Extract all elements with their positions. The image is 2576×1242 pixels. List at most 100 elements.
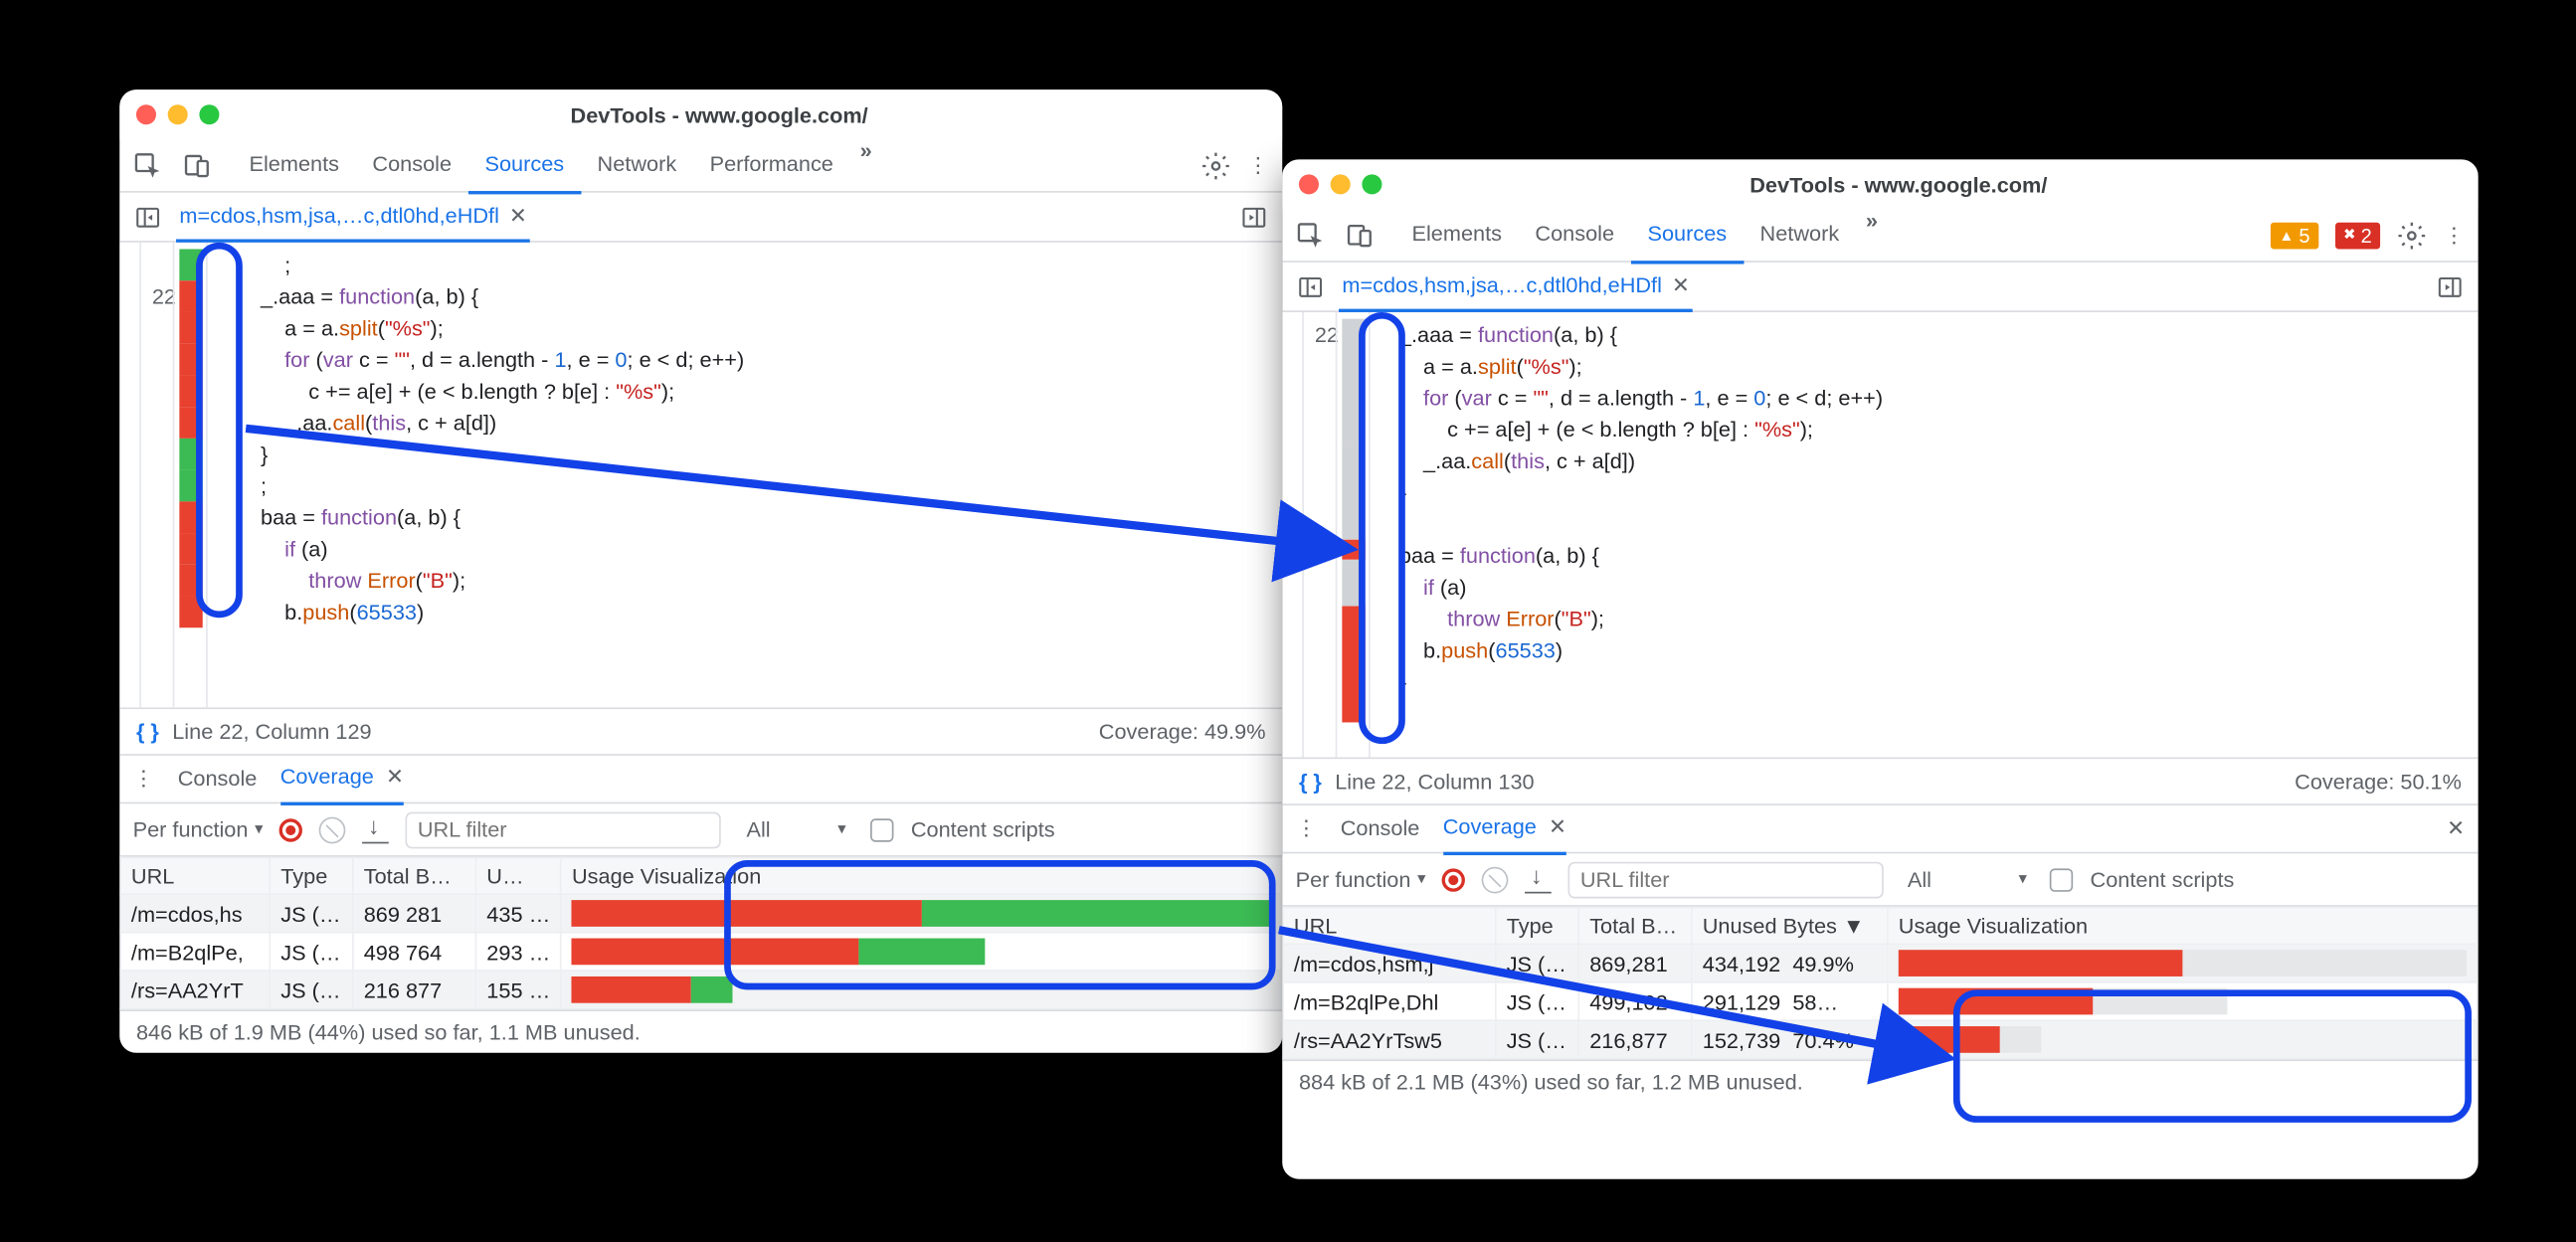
file-tab[interactable]: m=cdos,hsm,jsa,…c,dtl0hd,eHDfl ✕: [1339, 262, 1693, 311]
tab-console[interactable]: Console: [1519, 207, 1631, 264]
pretty-print-icon[interactable]: { }: [136, 719, 159, 744]
file-tab-label: m=cdos,hsm,jsa,…c,dtl0hd,eHDfl: [1342, 262, 1662, 308]
clear-icon[interactable]: [319, 816, 346, 843]
tab-elements[interactable]: Elements: [233, 137, 356, 194]
file-tab-row: m=cdos,hsm,jsa,…c,dtl0hd,eHDfl ✕: [119, 193, 1282, 243]
tab-sources[interactable]: Sources: [468, 137, 581, 194]
col-url[interactable]: URL: [1283, 908, 1496, 945]
main-toolbar: Elements Console Sources Network » 5 2 ⋮: [1282, 209, 2478, 262]
coverage-table[interactable]: URL Type Total B… U… Usage Visualization…: [119, 857, 1282, 1010]
record-icon[interactable]: [1442, 868, 1465, 891]
drawer-tab-console[interactable]: Console: [178, 754, 258, 803]
device-toggle-icon[interactable]: [183, 150, 213, 180]
usage-bar: [572, 939, 1271, 966]
kebab-icon[interactable]: ⋮: [2444, 222, 2466, 249]
drawer-tab-coverage[interactable]: Coverage ✕: [280, 753, 404, 805]
navigator-toggle-icon[interactable]: [133, 202, 163, 232]
main-toolbar: Elements Console Sources Network Perform…: [119, 139, 1282, 192]
more-tabs-icon[interactable]: »: [1856, 207, 1888, 264]
coverage-mode-dropdown[interactable]: Per function: [1296, 867, 1426, 892]
debugger-toggle-icon[interactable]: [1239, 202, 1269, 232]
content-scripts-checkbox[interactable]: [2050, 868, 2073, 891]
close-window-icon[interactable]: [1299, 174, 1319, 194]
zoom-window-icon[interactable]: [1362, 174, 1381, 194]
col-unused[interactable]: U…: [475, 858, 561, 895]
close-icon[interactable]: ✕: [509, 192, 527, 239]
tab-network[interactable]: Network: [581, 137, 693, 194]
export-icon[interactable]: [363, 816, 390, 843]
table-row[interactable]: /rs=AA2YrTsw5 JS (… 216,877 152,739 70.4…: [1283, 1020, 2478, 1058]
type-filter-dropdown[interactable]: All: [1901, 867, 2034, 892]
minimize-window-icon[interactable]: [168, 104, 188, 124]
navigator-toggle-icon[interactable]: [1296, 271, 1326, 301]
debugger-toggle-icon[interactable]: [2435, 271, 2465, 301]
table-row[interactable]: /m=cdos,hs JS (… 869 281 435 …: [120, 894, 1281, 932]
tab-console[interactable]: Console: [356, 137, 468, 194]
drawer-tab-console[interactable]: Console: [1341, 803, 1420, 853]
close-icon[interactable]: ✕: [1672, 262, 1690, 308]
coverage-table[interactable]: URL Type Total B… Unused Bytes ▼ Usage V…: [1282, 907, 2478, 1060]
col-total[interactable]: Total B…: [1578, 908, 1692, 945]
table-row[interactable]: /m=B2qlPe,Dhl JS (… 499,102 291,129 58…: [1283, 982, 2478, 1020]
tab-network[interactable]: Network: [1744, 207, 1856, 264]
traffic-lights[interactable]: [1299, 174, 1382, 194]
usage-bar: [1899, 950, 2467, 976]
clear-icon[interactable]: [1482, 866, 1509, 893]
drawer-kebab-icon[interactable]: ⋮: [1296, 815, 1318, 842]
minimize-window-icon[interactable]: [1331, 174, 1351, 194]
drawer-tab-coverage[interactable]: Coverage ✕: [1443, 802, 1566, 855]
coverage-footer: 846 kB of 1.9 MB (44%) used so far, 1.1 …: [119, 1009, 1282, 1052]
errors-badge[interactable]: 2: [2335, 222, 2380, 249]
code-content: ; _.aaa = function(a, b) { a = a.split("…: [203, 243, 744, 708]
device-toggle-icon[interactable]: [1346, 220, 1376, 250]
col-url[interactable]: URL: [120, 858, 270, 895]
col-usage[interactable]: Usage Visualization: [1888, 908, 2478, 945]
close-window-icon[interactable]: [136, 104, 156, 124]
table-row[interactable]: /rs=AA2YrT JS (… 216 877 155 …: [120, 971, 1281, 1008]
pretty-print-icon[interactable]: { }: [1299, 769, 1322, 794]
drawer-tabs: ⋮ Console Coverage ✕ ✕: [1282, 803, 2478, 853]
table-row[interactable]: /m=B2qlPe, JS (… 498 764 293 …: [120, 933, 1281, 971]
close-icon[interactable]: ✕: [386, 764, 404, 789]
col-usage[interactable]: Usage Visualization: [561, 858, 1281, 895]
gear-icon[interactable]: [1200, 150, 1230, 180]
status-bar: { } Line 22, Column 129 Coverage: 49.9%: [119, 707, 1282, 754]
titlebar: DevTools - www.google.com/: [1282, 159, 2478, 209]
zoom-window-icon[interactable]: [199, 104, 219, 124]
col-unused[interactable]: Unused Bytes ▼: [1692, 908, 1888, 945]
col-total[interactable]: Total B…: [353, 858, 476, 895]
content-scripts-checkbox[interactable]: [871, 817, 894, 840]
col-type[interactable]: Type: [270, 858, 353, 895]
file-tab-row: m=cdos,hsm,jsa,…c,dtl0hd,eHDfl ✕: [1282, 263, 2478, 312]
kebab-icon[interactable]: ⋮: [1247, 152, 1269, 179]
inspect-icon[interactable]: [1296, 220, 1326, 250]
window-title: DevTools - www.google.com/: [239, 102, 1265, 127]
drawer-close-icon[interactable]: ✕: [2447, 815, 2465, 842]
record-icon[interactable]: [279, 817, 302, 840]
close-icon[interactable]: ✕: [1549, 813, 1566, 838]
more-tabs-icon[interactable]: »: [850, 137, 882, 194]
coverage-label: Coverage: 49.9%: [1099, 719, 1266, 744]
usage-bar: [572, 976, 1271, 1003]
tab-performance[interactable]: Performance: [693, 137, 850, 194]
code-editor[interactable]: 22 ; _.aaa = function(a, b) { a =: [119, 243, 1282, 708]
type-filter-dropdown[interactable]: All: [738, 815, 854, 843]
table-row[interactable]: /m=cdos,hsm,j JS (… 869,281 434,192 49.9…: [1283, 944, 2478, 981]
drawer-kebab-icon[interactable]: ⋮: [133, 766, 155, 793]
traffic-lights[interactable]: [136, 104, 219, 124]
line-number: 22: [1282, 319, 1339, 351]
tab-elements[interactable]: Elements: [1395, 207, 1519, 264]
coverage-mode-dropdown[interactable]: Per function: [133, 817, 264, 842]
devtools-window-right: DevTools - www.google.com/ Elements Cons…: [1282, 159, 2478, 1178]
inspect-icon[interactable]: [133, 150, 163, 180]
warnings-badge[interactable]: 5: [2271, 222, 2318, 249]
col-type[interactable]: Type: [1496, 908, 1579, 945]
coverage-strip: [179, 243, 202, 708]
file-tab[interactable]: m=cdos,hsm,jsa,…c,dtl0hd,eHDfl ✕: [176, 192, 530, 242]
gear-icon[interactable]: [2397, 220, 2427, 250]
code-editor[interactable]: 22 _.aaa = function(a, b) { a = a.split(…: [1282, 312, 2478, 758]
url-filter-input[interactable]: [1568, 861, 1884, 898]
export-icon[interactable]: [1526, 866, 1553, 893]
url-filter-input[interactable]: [406, 811, 721, 848]
tab-sources[interactable]: Sources: [1631, 207, 1744, 264]
